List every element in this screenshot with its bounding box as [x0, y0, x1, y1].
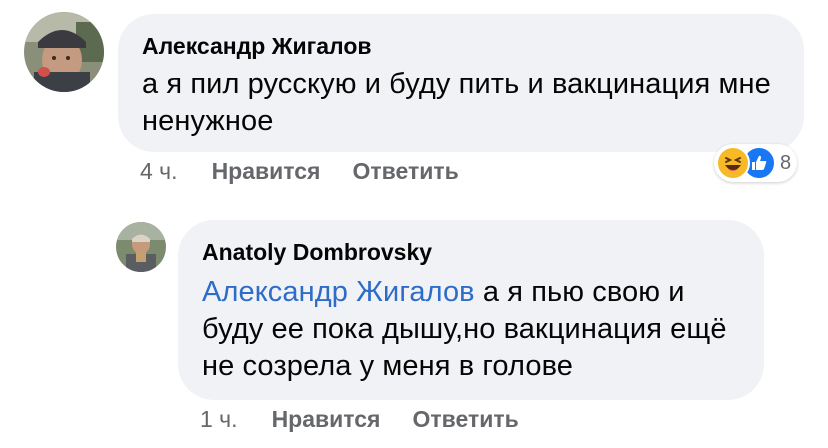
haha-icon: [716, 146, 750, 180]
comment-author[interactable]: Александр Жигалов: [142, 32, 780, 60]
comment-author[interactable]: Anatoly Dombrovsky: [202, 238, 740, 266]
mention-link[interactable]: Александр Жигалов: [202, 276, 475, 308]
reaction-summary[interactable]: 8: [714, 144, 798, 182]
reaction-count: 8: [780, 151, 792, 174]
like-button[interactable]: Нравится: [272, 406, 381, 433]
comment-actions: 1 ч. Нравится Ответить: [200, 406, 551, 433]
reply-button[interactable]: Ответить: [352, 158, 458, 185]
comment-bubble: Александр Жигалов а я пил русскую и буду…: [118, 14, 804, 152]
avatar[interactable]: [116, 222, 166, 272]
comment-timestamp[interactable]: 1 ч.: [200, 406, 238, 433]
comment-text: Александр Жигалов а я пью свою и буду ее…: [202, 274, 742, 385]
user-photo-icon: [24, 12, 104, 92]
like-button[interactable]: Нравится: [212, 158, 321, 185]
comment-actions: 4 ч. Нравится Ответить: [140, 158, 491, 185]
comment-timestamp[interactable]: 4 ч.: [140, 158, 178, 185]
reply-button[interactable]: Ответить: [412, 406, 518, 433]
avatar[interactable]: [24, 12, 104, 92]
user-photo-icon: [116, 222, 166, 272]
comment-bubble: Anatoly Dombrovsky Александр Жигалов а я…: [178, 220, 764, 400]
comment-text: а я пил русскую и буду пить и вакцинация…: [142, 68, 771, 137]
